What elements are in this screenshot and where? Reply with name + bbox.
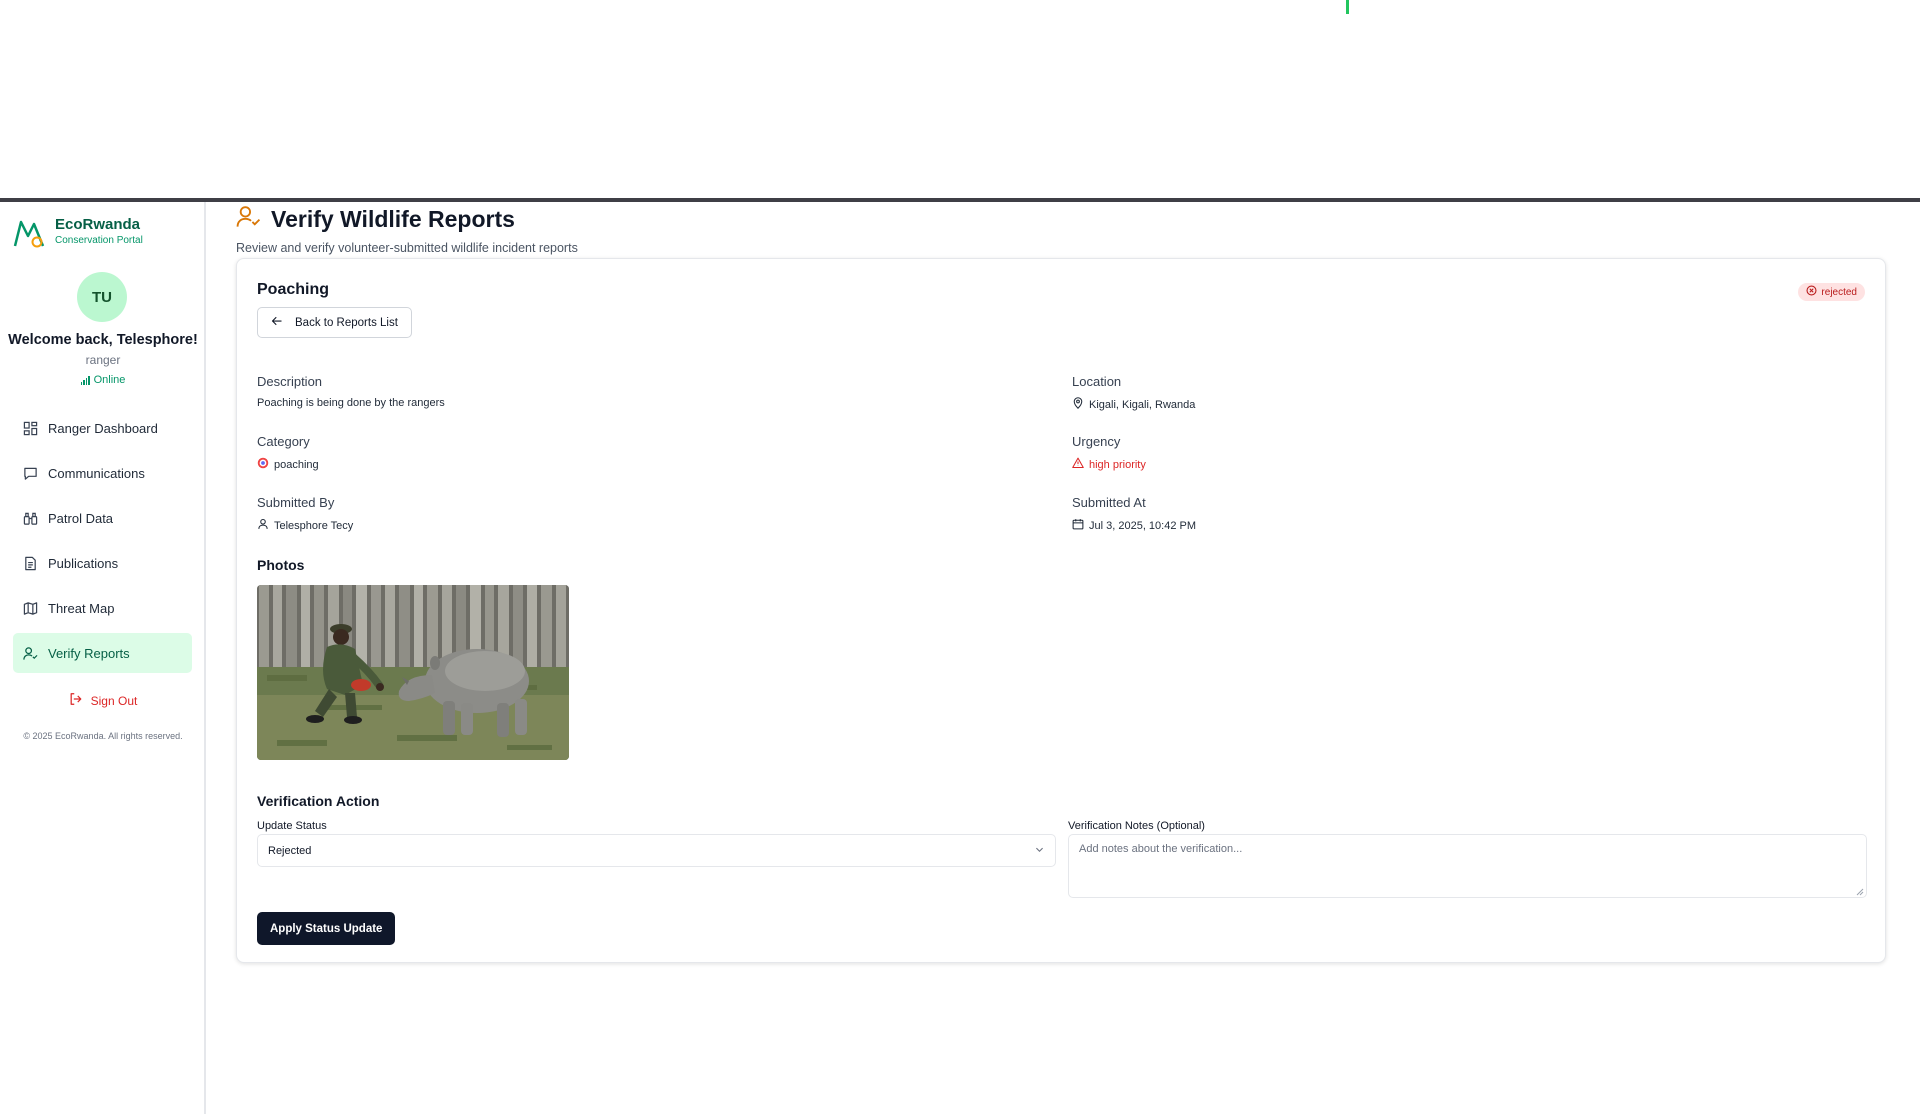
status-select[interactable]: Rejected (257, 834, 1056, 867)
map-pin-icon (1072, 397, 1084, 412)
sign-out-button[interactable]: Sign Out (0, 692, 206, 709)
brand-subtitle: Conservation Portal (55, 235, 143, 246)
submitted-at-text: Jul 3, 2025, 10:42 PM (1089, 519, 1197, 532)
user-check-icon (22, 645, 38, 661)
brand[interactable]: EcoRwanda Conservation Portal (13, 216, 143, 250)
update-status-label: Update Status (257, 820, 327, 832)
verification-heading: Verification Action (257, 793, 380, 809)
page-title: Verify Wildlife Reports (271, 205, 515, 232)
urgency-text: high priority (1089, 458, 1146, 471)
location-value: Kigali, Kigali, Rwanda (1072, 397, 1195, 412)
message-square-icon (22, 465, 38, 481)
sidebar-item-communications[interactable]: Communications (13, 453, 192, 493)
log-out-icon (69, 692, 83, 709)
green-marker (1346, 0, 1349, 14)
category-label: Category (257, 434, 310, 449)
description-label: Description (257, 374, 323, 389)
resize-handle-icon[interactable] (1856, 887, 1864, 896)
urgency-label: Urgency (1072, 434, 1121, 449)
photos-heading: Photos (257, 557, 305, 573)
welcome-message: Welcome back, Telesphore! (8, 332, 198, 348)
submitted-by-text: Telesphore Tecy (274, 519, 354, 532)
user-icon (257, 518, 269, 533)
submitted-by-value: Telesphore Tecy (257, 518, 353, 533)
sidebar-nav: Ranger Dashboard Communications Patrol D… (13, 408, 192, 678)
sidebar: EcoRwanda Conservation Portal TU Welcome… (0, 202, 206, 1114)
map-icon (22, 600, 38, 616)
sidebar-item-label: Communications (48, 465, 145, 481)
dashboard-grid-icon (22, 420, 38, 436)
submitted-at-label: Submitted At (1072, 495, 1146, 510)
alert-triangle-icon (1072, 457, 1084, 472)
sidebar-item-label: Verify Reports (48, 645, 130, 661)
mountain-logo-icon (13, 216, 47, 250)
verification-notes-input[interactable]: Add notes about the verification... (1068, 834, 1867, 898)
sidebar-item-threat-map[interactable]: Threat Map (13, 588, 192, 628)
submitted-by-label: Submitted By (257, 495, 335, 510)
description-text: Poaching is being done by the rangers (257, 397, 445, 409)
user-role: ranger (85, 353, 121, 367)
location-text: Kigali, Kigali, Rwanda (1089, 398, 1196, 411)
back-to-reports-button[interactable]: Back to Reports List (257, 307, 412, 338)
urgency-value: high priority (1072, 457, 1146, 472)
online-status: Online (0, 374, 206, 386)
report-photo[interactable] (257, 585, 569, 760)
top-divider (0, 198, 1920, 202)
description-value: Poaching is being done by the rangers (257, 397, 445, 409)
status-select-value: Rejected (268, 844, 312, 857)
status-badge-label: rejected (1821, 286, 1857, 298)
status-badge: rejected (1798, 283, 1865, 301)
category-value: poaching (257, 457, 319, 472)
back-button-label: Back to Reports List (295, 316, 398, 329)
binoculars-icon (22, 510, 38, 526)
apply-status-update-button[interactable]: Apply Status Update (257, 912, 396, 945)
online-status-label: Online (93, 374, 126, 386)
blank-top-area (0, 0, 1920, 198)
file-text-icon (22, 555, 38, 571)
signal-icon (80, 375, 90, 385)
sidebar-item-label: Ranger Dashboard (48, 420, 158, 436)
verification-notes-placeholder: Add notes about the verification... (1079, 843, 1243, 855)
sidebar-item-patrol-data[interactable]: Patrol Data (13, 498, 192, 538)
page-header: Verify Wildlife Reports (236, 204, 515, 234)
target-icon (257, 457, 269, 472)
sidebar-item-verify-reports[interactable]: Verify Reports (13, 633, 192, 673)
verification-notes-label: Verification Notes (Optional) (1068, 820, 1205, 832)
sign-out-label: Sign Out (90, 693, 138, 708)
report-card: Poaching rejected Back to Reports List D… (236, 258, 1886, 963)
location-label: Location (1072, 374, 1122, 389)
user-check-icon (236, 204, 261, 234)
copyright: © 2025 EcoRwanda. All rights reserved. (23, 731, 183, 741)
brand-name: EcoRwanda (55, 216, 141, 233)
sidebar-item-ranger-dashboard[interactable]: Ranger Dashboard (13, 408, 192, 448)
sidebar-item-label: Publications (48, 555, 119, 571)
sidebar-item-label: Threat Map (48, 600, 115, 616)
category-text: poaching (274, 458, 319, 471)
report-title: Poaching (257, 281, 330, 298)
chevron-down-icon (1034, 844, 1045, 858)
x-circle-icon (1806, 285, 1817, 299)
arrow-left-icon (271, 315, 283, 330)
submitted-at-value: Jul 3, 2025, 10:42 PM (1072, 518, 1196, 533)
avatar: TU (77, 272, 127, 322)
sidebar-item-label: Patrol Data (48, 510, 114, 526)
page-subtitle: Review and verify volunteer-submitted wi… (236, 241, 578, 255)
sidebar-item-publications[interactable]: Publications (13, 543, 192, 583)
calendar-icon (1072, 518, 1084, 533)
